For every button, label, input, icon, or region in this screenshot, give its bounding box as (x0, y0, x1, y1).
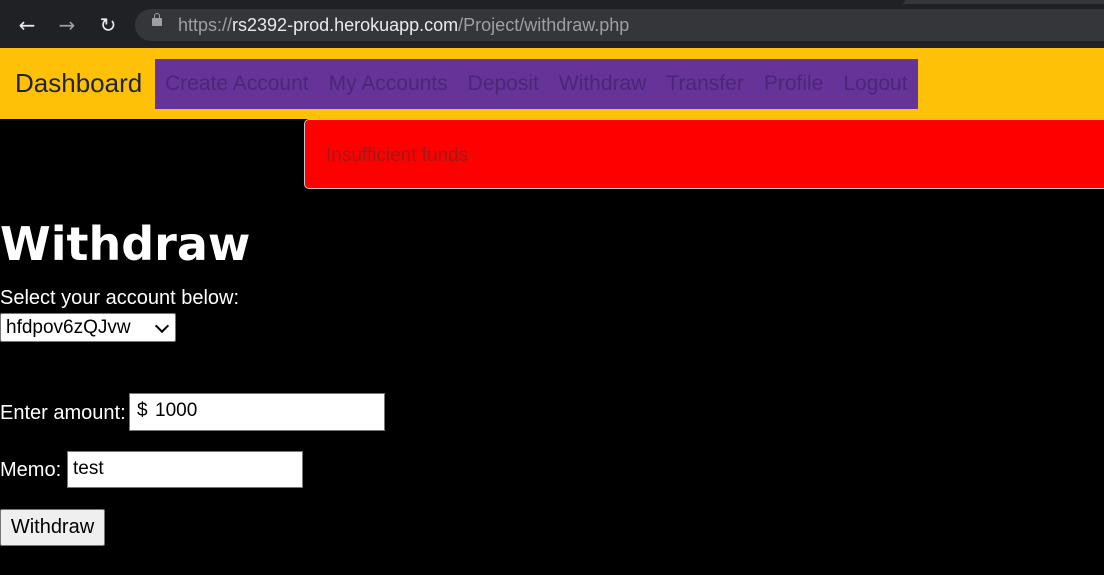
nav-withdraw[interactable]: Withdraw (549, 72, 657, 96)
selected-account: hfdpov6zQJvw (6, 317, 131, 338)
nav-my-accounts[interactable]: My Accounts (319, 72, 458, 96)
alert-message: Insufficient funds (326, 145, 469, 166)
chevron-down-icon (154, 318, 170, 334)
page-title: Withdraw (0, 217, 251, 271)
reload-icon[interactable]: ↻ (96, 13, 120, 37)
address-bar[interactable]: https://rs2392-prod.herokuapp.com/Projec… (135, 9, 1104, 41)
amount-label: Enter amount: (0, 402, 126, 424)
memo-label: Memo: (0, 459, 62, 481)
account-select[interactable]: hfdpov6zQJvw (0, 313, 176, 342)
memo-value: test (73, 458, 104, 479)
nav-profile[interactable]: Profile (754, 72, 834, 96)
nav-logout[interactable]: Logout (833, 72, 907, 96)
forward-arrow-icon[interactable]: → (55, 13, 79, 37)
brand-link[interactable]: Dashboard (15, 68, 142, 99)
lock-icon[interactable] (152, 13, 162, 26)
amount-value: 1000 (155, 400, 198, 421)
select-account-label: Select your account below: (0, 287, 240, 309)
amount-input[interactable]: $ 1000 (129, 393, 385, 431)
url-text[interactable]: https://rs2392-prod.herokuapp.com/Projec… (178, 15, 629, 36)
site-navbar: Dashboard Create Account My Accounts Dep… (0, 48, 1104, 119)
nav-links: Create Account My Accounts Deposit Withd… (155, 59, 918, 109)
browser-toolbar: ← → ↻ https://rs2392-prod.herokuapp.com/… (0, 0, 1104, 48)
currency-symbol: $ (137, 400, 148, 421)
nav-transfer[interactable]: Transfer (656, 72, 753, 96)
memo-input[interactable]: test (67, 451, 303, 488)
back-arrow-icon[interactable]: ← (15, 13, 39, 37)
tab-strip (0, 0, 1104, 4)
active-tab[interactable] (0, 0, 905, 4)
nav-deposit[interactable]: Deposit (458, 72, 549, 96)
withdraw-button[interactable]: Withdraw (0, 509, 105, 546)
nav-create-account[interactable]: Create Account (165, 72, 319, 96)
error-alert: Insufficient funds (304, 119, 1104, 189)
